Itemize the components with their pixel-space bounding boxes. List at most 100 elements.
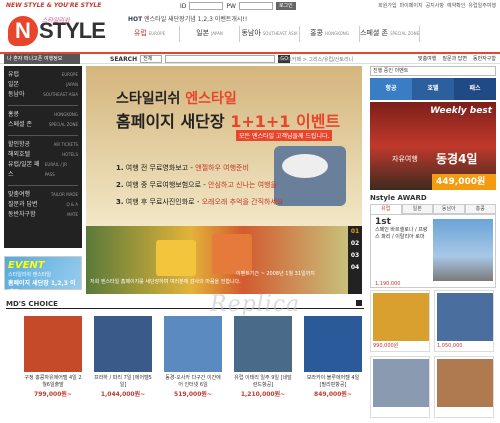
banner-page-04[interactable]: 04 [348, 262, 362, 274]
quick-icon-pass[interactable]: 패스 [454, 78, 496, 100]
award-tab-southeast-asia[interactable]: 동남아 [433, 204, 465, 214]
award-grid-item[interactable]: 1,050,000 [434, 290, 494, 352]
nav-tab-hongkong[interactable]: 홍콩 HONGKONG [300, 26, 360, 42]
nav-tab-europe[interactable]: 유럽 EUROPE [120, 26, 180, 42]
sidebar-item-mate[interactable]: 동반자구함 MATE [8, 210, 78, 220]
md-item[interactable]: 유럽 이태리 일주 9일 [네덜란드항공] 1,210,000원~ [234, 316, 292, 398]
watermark: Replica [210, 292, 301, 317]
sidebar-item-sub: SOUTHEAST ASIA [43, 92, 78, 97]
id-input[interactable] [189, 2, 224, 10]
nav-tab-southeast-asia[interactable]: 동남아 SOUTHEAST ASIA [240, 26, 300, 42]
nav-tab-label: 동남아 [241, 29, 261, 37]
login-button[interactable]: 로그인 [275, 2, 296, 10]
md-choice-title: MD'S CHOICE [6, 300, 58, 308]
logo-small: 스타일리쉬 [42, 17, 70, 24]
logo-mark: N [8, 16, 38, 46]
logo[interactable]: N STYLE 스타일리쉬 [8, 14, 108, 48]
award-tab-europe[interactable]: 유럽 [370, 204, 402, 214]
main-nav: 유럽 EUROPE 일본 JAPAN 동남아 SOUTHEAST ASIA 홍콩 HON… [120, 26, 421, 42]
smiley-box-yellow [156, 240, 196, 276]
award-price: 1,190,000 [375, 281, 401, 287]
md-item[interactable]: 프라하 / 파리 7일 [에어텔5일] 1,044,000원~ [94, 316, 152, 398]
sidebar-item-europe[interactable]: 유럽 EUROPE [8, 70, 78, 80]
event-banner[interactable]: EVENT 스타일리쉬 엔스타일 홈페이지 새단장 1,2,3 이벤트 [4, 256, 82, 296]
award-grid-item[interactable] [434, 356, 494, 418]
banner-event-date: 이벤트기간 ~ 2008년 1월 31일까지 [236, 271, 315, 277]
award-tab-hongkong[interactable]: 홍콩 [464, 204, 496, 214]
main-banner[interactable]: 스타일리쉬 엔스타일 홈페이지 새단장 1+1+1 이벤트 모든 엔스타일 고객… [86, 66, 362, 294]
util-link-custom-travel[interactable]: 맞춤여행 [418, 55, 436, 62]
banner-page-02[interactable]: 02 [348, 238, 362, 250]
top-link-notice[interactable]: 공지사항 [426, 2, 444, 9]
news-ticker[interactable]: HOT 엔스타일 새단장기념 1,2,3 이벤트개시!! [128, 14, 247, 23]
banner-headline-1: 스타일리쉬 엔스타일 [116, 88, 237, 108]
top-link-reservation[interactable]: 예약확인 [447, 2, 465, 9]
banner-benefit-item: 2. 여행 중 무료여행보험으로 - 안심하고 신나는 여행을 [116, 177, 283, 194]
event-title: EVENT [8, 260, 45, 271]
search-input[interactable] [165, 55, 276, 63]
banner-page-03[interactable]: 03 [348, 250, 362, 262]
sidebar-item-rail-pass[interactable]: 유럽/일본 패스 EURAIL / JR PASS [8, 160, 78, 180]
sidebar-item-sub: TAILOR MADE [50, 192, 78, 197]
sidebar-item-label: 맞춤여행 [8, 191, 31, 198]
award-image [433, 219, 493, 281]
md-item-name: 구정 홍콩자유에어텔 4일 2월6일출발 [24, 375, 82, 388]
award-grid-item[interactable]: 990,000원 [370, 290, 430, 352]
md-item-price: 799,000원~ [34, 391, 72, 398]
nav-tab-sub: EUROPE [148, 31, 166, 36]
award-rank: 1st [375, 217, 391, 227]
weekly-destination: 동경4일 [436, 152, 478, 166]
side-promo-text[interactable]: 나 혼자 떠나고픈 여행정보 [4, 54, 80, 64]
banner-benefit-item: 3. 여행 후 무료사진인화로 - 오래오래 추억을 간직하세요 [116, 194, 283, 211]
nav-tab-special-zone[interactable]: 스페셜 존 SPECIAL ZONE [360, 26, 421, 42]
search-category-select[interactable]: 전체 [140, 55, 163, 63]
quick-icon-air[interactable]: 항공 [370, 78, 412, 100]
banner-pager: 01 02 03 04 [348, 226, 362, 294]
breadcrumb[interactable]: 베스트카페 > 그리스/유럽/산토리니 [278, 56, 353, 63]
pw-label: PW [226, 2, 236, 10]
sidebar-item-sub: AIR TICKETS [53, 142, 78, 147]
nav-tab-japan[interactable]: 일본 JAPAN [180, 26, 240, 42]
sidebar-item-hotels[interactable]: 해외호텔 HOTELS [8, 150, 78, 160]
util-link-companion[interactable]: 동반자구함 [473, 55, 496, 62]
event-select[interactable]: 진행 중인 이벤트 [370, 66, 496, 76]
award-grid: 990,000원 1,050,000 [370, 290, 496, 420]
award-tab-japan[interactable]: 일본 [401, 204, 433, 214]
award-grid-item[interactable] [370, 356, 430, 418]
award-description: 스페인 바르셀로나 / 프랑스 파리 / 이탈리아 로마 [375, 227, 428, 240]
md-item[interactable]: 보라카이 블루에어텔 4일 [필리핀항공] 849,000원~ [304, 316, 362, 398]
banner-headline-2a: 홈페이지 새단장 [116, 112, 231, 131]
sidebar-item-label: 유럽/일본 패스 [8, 161, 40, 178]
login-form: ID PW 로그인 [180, 2, 296, 10]
md-item[interactable]: 동경-오사카 다구간 이간에어 인터넷 6일 519,000원~ [164, 316, 222, 398]
sidebar-item-label: 할인항공 [8, 141, 31, 148]
sidebar-item-label: 해외호텔 [8, 151, 31, 158]
md-more-icon[interactable] [356, 300, 362, 306]
sidebar-item-label: 일본 [8, 81, 20, 88]
md-item-image [24, 316, 82, 372]
sidebar-item-japan[interactable]: 일본 JAPAN [8, 80, 78, 90]
pw-input[interactable] [238, 2, 273, 10]
banner-page-01[interactable]: 01 [348, 226, 362, 238]
award-box[interactable]: 1st 스페인 바르셀로나 / 프랑스 파리 / 이탈리아 로마 1,190,0… [370, 214, 496, 288]
quick-icon-hotel[interactable]: 호텔 [412, 78, 454, 100]
top-link-join[interactable]: 회원가입 [378, 2, 396, 9]
benefit-num: 3. [116, 198, 124, 206]
sidebar-item-qna[interactable]: 질문과 답변 Q & A [8, 200, 78, 210]
sidebar-item-hongkong[interactable]: 홍콩 HONGKONG [8, 110, 78, 120]
weekly-best-banner[interactable]: Weekly best 자유여행 동경4일 449,000원~ [370, 102, 496, 190]
ticker-text: 엔스타일 새단장기념 1,2,3 이벤트개시!! [144, 16, 248, 23]
sidebar: 유럽 EUROPE 일본 JAPAN 동남아 SOUTHEAST ASIA 홍콩 HON… [4, 66, 82, 248]
sidebar-item-air-tickets[interactable]: 할인항공 AIR TICKETS [8, 140, 78, 150]
nav-tab-label: 스페셜 존 [360, 29, 388, 37]
sidebar-item-southeast-asia[interactable]: 동남아 SOUTHEAST ASIA [8, 90, 78, 100]
benefit-highlight: 안심하고 신나는 여행을 [208, 181, 277, 189]
award-grid-image [373, 293, 429, 341]
md-item[interactable]: 구정 홍콩자유에어텔 4일 2월6일출발 799,000원~ [24, 316, 82, 398]
top-link-mypage[interactable]: 마이페이지 [400, 2, 423, 9]
sidebar-item-tailor-made[interactable]: 맞춤여행 TAILOR MADE [8, 190, 78, 200]
sidebar-item-label: 동남아 [8, 91, 25, 98]
util-link-qna[interactable]: 질문과 답변 [442, 55, 467, 62]
sidebar-item-special-zone[interactable]: 스페셜 존 SPECIAL ZONE [8, 120, 78, 130]
top-link-europe-tour[interactable]: 유럽일주여행 [468, 2, 496, 9]
